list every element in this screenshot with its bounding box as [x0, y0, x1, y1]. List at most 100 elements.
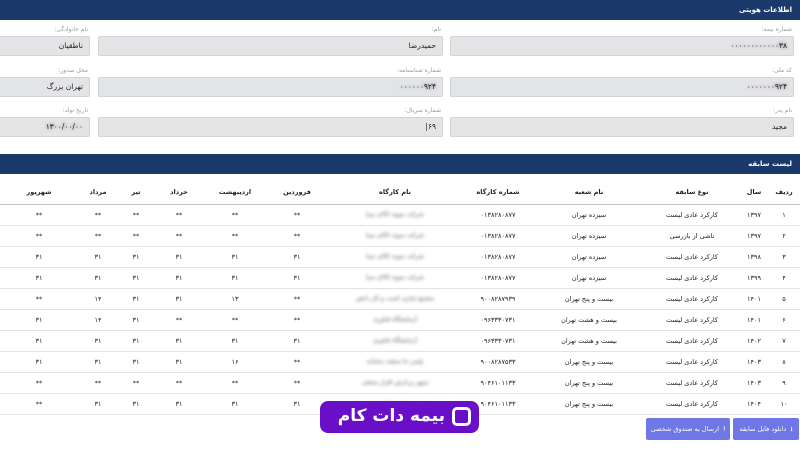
father-name-input[interactable]: مجید: [450, 117, 794, 137]
table-cell: بیست و پنج تهران: [534, 393, 644, 415]
father-name-label: نام پدر:: [773, 107, 792, 114]
table-cell: ۳۱: [154, 267, 204, 289]
serial-number-input[interactable]: ۶۹|: [98, 117, 443, 137]
table-cell: شرکت نمونه کالای صبا: [328, 246, 462, 268]
table-cell: بیست و پنج تهران: [534, 288, 644, 310]
history-table: ردیف سال نوع سابقه نام شعبه شماره کارگاه…: [0, 180, 800, 415]
column-header[interactable]: نام کارگاه: [328, 180, 462, 205]
table-cell: بیست و هشت تهران: [534, 330, 644, 352]
table-row: ۳ ۱۳۹۸ کارکرد عادی لیست سیزده تهران ۰۱۳۸۲۸۰۸…: [0, 246, 800, 268]
table-cell: **: [78, 372, 118, 394]
table-cell: ۳۱: [0, 246, 78, 268]
table-cell: **: [154, 372, 204, 394]
table-cell: ۳۱: [204, 246, 266, 268]
table-cell: **: [0, 204, 78, 226]
table-cell: ۳۱: [0, 330, 78, 352]
send-to-inbox-button[interactable]: ⭱ ارسال به صندوق شخصی: [646, 418, 730, 440]
table-cell: بیست و پنج تهران: [534, 372, 644, 394]
birth-date-field: تاریخ تولد: ۱۳۰۰/۰۰/۰۰: [0, 107, 90, 139]
column-header[interactable]: تیر: [118, 180, 154, 205]
table-cell: سپهر پردازش افزار صنعتی: [328, 372, 462, 394]
identity-form: شماره بیمه: ۰۰۰۰۰۰۰۰۰۰۰۰۳۸ نام: حمیدرضا …: [0, 20, 800, 154]
table-cell: **: [266, 372, 328, 394]
table-cell: **: [266, 288, 328, 310]
table-cell: ۶: [768, 309, 800, 331]
table-cell: ۷: [768, 330, 800, 352]
column-header[interactable]: اردیبهشت: [204, 180, 266, 205]
table-cell: ۵: [768, 288, 800, 310]
table-row: ۵ ۱۴۰۱ کارکرد عادی لیست بیست و پنج تهران ۹۰۰…: [0, 288, 800, 310]
table-cell: ناشی از بازرسی: [644, 225, 740, 247]
issue-place-field: محل صدور: تهران بزرگ: [0, 67, 90, 99]
national-code-input[interactable]: ۰۰۰۰۰۰۰۹۲۴: [450, 77, 794, 97]
table-cell: ۱۳۹۷: [740, 225, 768, 247]
table-cell: **: [154, 225, 204, 247]
table-cell: سیزده تهران: [534, 225, 644, 247]
national-code-label: کد ملی:: [771, 67, 792, 74]
table-cell: ۳۱: [118, 393, 154, 415]
issue-place-input[interactable]: تهران بزرگ: [0, 77, 90, 97]
table-cell: شرکت نمونه کالای صبا: [328, 204, 462, 226]
column-header[interactable]: ردیف: [768, 180, 800, 205]
table-row: ۹ ۱۴۰۳ کارکرد عادی لیست بیست و پنج تهران ۹۰۴…: [0, 372, 800, 394]
table-cell: **: [0, 288, 78, 310]
table-cell: ۳۱: [266, 393, 328, 415]
table-cell: ۳۱: [204, 330, 266, 352]
table-cell: **: [0, 225, 78, 247]
table-cell: کارکرد عادی لیست: [644, 246, 740, 268]
table-cell: ۳۱: [266, 267, 328, 289]
table-cell: **: [154, 309, 204, 331]
last-name-input[interactable]: ناطقیان: [0, 36, 90, 56]
table-cell: **: [0, 372, 78, 394]
table-cell: ۱۴: [78, 309, 118, 331]
id-number-input[interactable]: ۰۰۰۰۰۰۹۲۴: [98, 77, 443, 97]
column-header[interactable]: نام شعبه: [534, 180, 644, 205]
column-header[interactable]: شهریور: [0, 180, 78, 205]
table-cell: ۹: [768, 372, 800, 394]
table-cell: ۳۱: [204, 267, 266, 289]
table-cell: **: [204, 309, 266, 331]
table-cell: بیست و هشت تهران: [534, 309, 644, 331]
table-cell: کارکرد عادی لیست: [644, 393, 740, 415]
serial-number-field: شماره سریال: ۶۹|: [98, 107, 443, 139]
table-row: ۸ ۱۴۰۳ کارکرد عادی لیست بیست و پنج تهران ۹۰۰…: [0, 351, 800, 373]
table-cell: ۳۱: [78, 351, 118, 373]
download-history-button[interactable]: ⭳ دانلود فایل سابقه: [733, 418, 799, 440]
table-cell: ۳۱: [118, 288, 154, 310]
table-cell: ۳۱: [118, 246, 154, 268]
table-cell: ۹۰۰۸۲۸۷۵۳۳: [462, 351, 534, 373]
table-cell: ۸: [768, 351, 800, 373]
column-header[interactable]: شماره کارگاه: [462, 180, 534, 205]
serial-number-label: شماره سریال:: [404, 107, 442, 114]
table-cell: ۳۱: [154, 246, 204, 268]
table-cell: سیزده تهران: [534, 267, 644, 289]
column-header[interactable]: نوع سابقه: [644, 180, 740, 205]
table-cell: ۱۴۰۴: [740, 393, 768, 415]
history-section-title: لیست سابقه: [748, 160, 792, 168]
insurance-number-label: شماره بیمه:: [761, 26, 792, 33]
table-cell: **: [204, 204, 266, 226]
column-header[interactable]: سال: [740, 180, 768, 205]
send-to-inbox-label: ارسال به صندوق شخصی: [650, 425, 719, 433]
table-cell: ۳۱: [118, 330, 154, 352]
table-cell: پلیمر دنا صنعت سامانه: [328, 351, 462, 373]
column-header[interactable]: مرداد: [78, 180, 118, 205]
identity-section-title: اطلاعات هویتی: [739, 6, 792, 14]
table-cell: ۱۴۰۳: [740, 351, 768, 373]
table-cell: ۳۱: [0, 309, 78, 331]
column-header[interactable]: خرداد: [154, 180, 204, 205]
column-header[interactable]: فروردین: [266, 180, 328, 205]
birth-date-input[interactable]: ۱۳۰۰/۰۰/۰۰: [0, 117, 90, 137]
first-name-label: نام:: [431, 26, 441, 33]
first-name-field: نام: حمیدرضا: [98, 26, 443, 58]
table-cell: **: [204, 372, 266, 394]
table-cell: سیزده تهران: [534, 246, 644, 268]
table-cell: ۳۱: [118, 309, 154, 331]
table-cell: ۰۹۶۳۳۳۰۷۳۱: [462, 330, 534, 352]
id-number-field: شماره شناسنامه: ۰۰۰۰۰۰۹۲۴: [98, 67, 443, 99]
table-cell: ۰۱۳۸۲۸۰۸۷۷: [462, 225, 534, 247]
first-name-input[interactable]: حمیدرضا: [98, 36, 443, 56]
insurance-number-input[interactable]: ۰۰۰۰۰۰۰۰۰۰۰۰۳۸: [450, 36, 794, 56]
table-cell: کارکرد عادی لیست: [644, 267, 740, 289]
table-cell: شرکت نمونه کالای صبا: [328, 225, 462, 247]
